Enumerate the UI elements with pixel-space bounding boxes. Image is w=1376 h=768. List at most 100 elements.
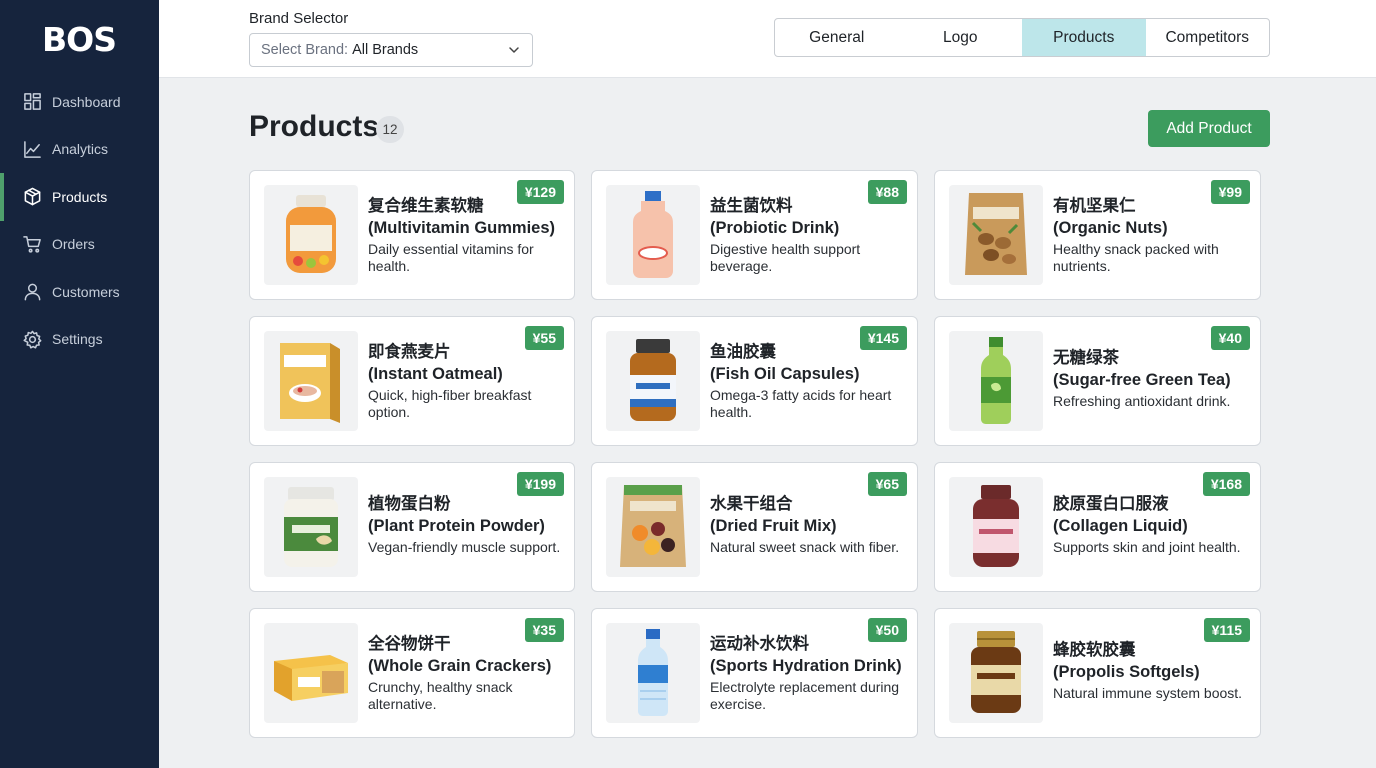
product-name-cn: 植物蛋白粉 [368,494,451,513]
product-name-en: (Plant Protein Powder) [368,517,545,535]
sidebar: BOS Dashboard Analytics Products Orders … [0,0,159,768]
product-card[interactable]: ¥199 植物蛋白粉 (Plant Protein Powder) Vegan-… [249,462,575,592]
product-card[interactable]: ¥145 鱼油胶囊 (Fish Oil Capsules) Omega-3 fa… [591,316,918,446]
product-name-en: (Probiotic Drink) [710,219,840,237]
product-card[interactable]: ¥168 胶原蛋白口服液 (Collagen Liquid) Supports … [934,462,1261,592]
capsule-bottle-icon [630,339,676,421]
collagen-bottle-icon [973,485,1019,567]
product-description: Healthy snack packed with nutrients. [1053,241,1219,274]
product-text: 复合维生素软糖 (Multivitamin Gummies) Daily ess… [368,195,564,275]
product-card[interactable]: ¥129 复合维生素软糖 (Multivitamin Gummies) Dail… [249,170,575,300]
product-description: Omega-3 fatty acids for heart health. [710,387,892,420]
product-description: Electrolyte replacement during exercise. [710,679,900,712]
oatmeal-box-icon [280,343,340,423]
sidebar-item-label: Dashboard [52,93,121,110]
sidebar-item-label: Analytics [52,141,109,158]
product-image [949,623,1043,723]
product-name-en: (Sugar-free Green Tea) [1053,371,1231,389]
sidebar-item-label: Settings [52,331,103,348]
product-card[interactable]: ¥40 无糖绿茶 (Sugar-free Green Tea) Refreshi… [934,316,1261,446]
sidebar-item-analytics[interactable]: Analytics [0,126,159,174]
tab-competitors[interactable]: Competitors [1146,19,1270,56]
product-name-cn: 水果干组合 [710,494,793,513]
product-text: 水果干组合 (Dried Fruit Mix) Natural sweet sn… [710,493,907,556]
app-logo[interactable]: BOS [42,20,117,59]
product-name-cn: 即食燕麦片 [368,342,451,361]
sidebar-item-dashboard[interactable]: Dashboard [0,78,159,126]
cart-icon [22,234,42,254]
sidebar-item-products[interactable]: Products [0,173,159,221]
product-image [264,185,358,285]
product-name-en: (Fish Oil Capsules) [710,365,860,383]
cracker-box-icon [274,655,348,701]
fruit-pouch-icon [620,485,686,567]
product-text: 益生菌饮料 (Probiotic Drink) Digestive health… [710,195,907,275]
product-name-en: (Dried Fruit Mix) [710,517,837,535]
sidebar-item-label: Orders [52,236,95,253]
product-card[interactable]: ¥65 水果干组合 (Dried Fruit Mix) Natural swee… [591,462,918,592]
product-image [606,623,700,723]
product-name-cn: 有机坚果仁 [1053,196,1136,215]
product-count-badge: 12 [376,116,404,143]
product-text: 有机坚果仁 (Organic Nuts) Healthy snack packe… [1053,195,1250,275]
product-description: Refreshing antioxidant drink. [1053,393,1231,409]
product-name-en: (Sports Hydration Drink) [710,657,902,675]
product-description: Natural immune system boost. [1053,685,1243,701]
product-name-cn: 全谷物饼干 [368,634,451,653]
sidebar-item-settings[interactable]: Settings [0,316,159,364]
tab-general[interactable]: General [775,19,899,56]
product-name-en: (Instant Oatmeal) [368,365,503,383]
product-grid: ¥129 复合维生素软糖 (Multivitamin Gummies) Dail… [249,170,1261,738]
gummies-jar-icon [286,195,336,273]
product-image [606,477,700,577]
product-image [264,331,358,431]
gear-icon [22,329,42,349]
product-text: 无糖绿茶 (Sugar-free Green Tea) Refreshing a… [1053,347,1250,410]
product-text: 胶原蛋白口服液 (Collagen Liquid) Supports skin … [1053,493,1250,556]
product-image [949,477,1043,577]
tab-products[interactable]: Products [1022,19,1146,56]
product-card[interactable]: ¥99 有机坚果仁 (Organic Nuts) Healthy snack p… [934,170,1261,300]
product-description: Natural sweet snack with fiber. [710,539,900,555]
product-description: Daily essential vitamins for health. [368,241,534,274]
product-image [949,185,1043,285]
tab-logo[interactable]: Logo [899,19,1023,56]
product-card[interactable]: ¥115 蜂胶软胶囊 (Propolis Softgels) Natural i… [934,608,1261,738]
product-name-cn: 运动补水饮料 [710,634,809,653]
probiotic-bottle-icon [633,191,673,278]
product-card[interactable]: ¥35 全谷物饼干 (Whole Grain Crackers) Crunchy… [249,608,575,738]
product-name-en: (Multivitamin Gummies) [368,219,556,237]
brand-select-dropdown[interactable]: Select Brand: All Brands [249,33,533,67]
product-image [606,185,700,285]
brand-select-value: All Brands [352,42,419,58]
product-card[interactable]: ¥55 即食燕麦片 (Instant Oatmeal) Quick, high-… [249,316,575,446]
product-text: 鱼油胶囊 (Fish Oil Capsules) Omega-3 fatty a… [710,341,907,421]
product-text: 全谷物饼干 (Whole Grain Crackers) Crunchy, he… [368,633,564,713]
product-description: Vegan-friendly muscle support. [368,539,561,555]
product-name-en: (Collagen Liquid) [1053,517,1188,535]
sidebar-item-customers[interactable]: Customers [0,268,159,316]
product-image [264,623,358,723]
protein-tub-icon [284,487,338,567]
product-name-cn: 无糖绿茶 [1053,348,1119,367]
brand-selector-label: Brand Selector [249,10,349,27]
product-text: 植物蛋白粉 (Plant Protein Powder) Vegan-frien… [368,493,564,556]
page-title: Products [249,110,380,143]
chart-line-icon [22,139,42,159]
sidebar-item-orders[interactable]: Orders [0,221,159,269]
add-product-button[interactable]: Add Product [1148,110,1270,147]
chevron-down-icon [509,47,519,53]
sidebar-item-label: Customers [52,283,120,300]
product-name-cn: 蜂胶软胶囊 [1053,640,1136,659]
tea-bottle-icon [981,337,1011,424]
user-icon [22,282,42,302]
product-name-cn: 复合维生素软糖 [368,196,484,215]
product-card[interactable]: ¥88 益生菌饮料 (Probiotic Drink) Digestive he… [591,170,918,300]
product-image [264,477,358,577]
box-icon [22,187,42,207]
product-card[interactable]: ¥50 运动补水饮料 (Sports Hydration Drink) Elec… [591,608,918,738]
product-name-cn: 胶原蛋白口服液 [1053,494,1169,513]
product-name-cn: 鱼油胶囊 [710,342,776,361]
nut-pouch-icon [965,193,1027,275]
product-description: Digestive health support beverage. [710,241,861,274]
